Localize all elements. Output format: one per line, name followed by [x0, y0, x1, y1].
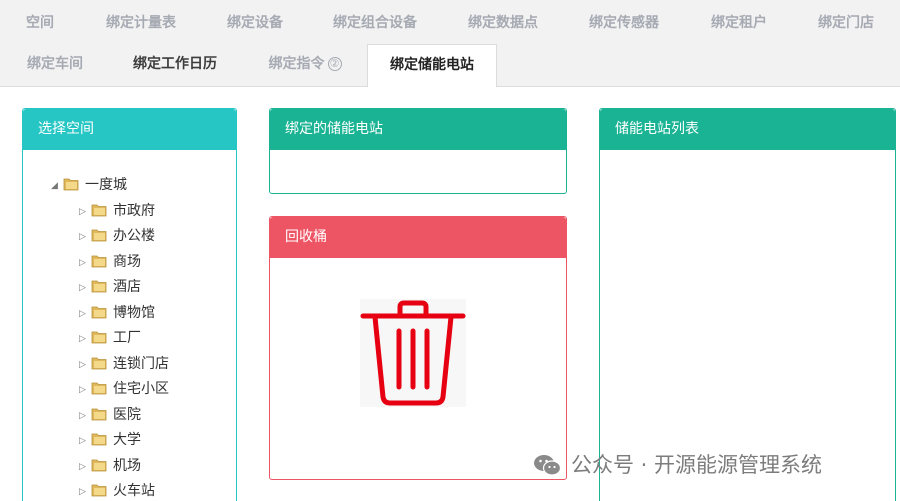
expand-arrow-icon[interactable]: ▷: [79, 252, 91, 274]
station-list-panel: 储能电站列表: [599, 108, 896, 501]
tab-space[interactable]: 空间: [10, 3, 70, 44]
folder-icon: [91, 229, 107, 242]
folder-icon: [91, 280, 107, 293]
station-list[interactable]: [600, 150, 895, 501]
tab-bind-working-calendar[interactable]: 绑定工作日历: [120, 44, 230, 85]
folder-icon: [91, 306, 107, 319]
folder-icon: [91, 357, 107, 370]
folder-icon: [91, 204, 107, 217]
tree-node-label: 医院: [113, 407, 141, 423]
tree-node[interactable]: ▷ 市政府: [79, 200, 155, 222]
tree-node-label: 博物馆: [113, 305, 155, 321]
tree-node-label: 酒店: [113, 279, 141, 295]
tab-bind-store[interactable]: 绑定门店: [805, 3, 887, 44]
tree-node[interactable]: ▷ 酒店: [79, 276, 141, 298]
tree-node-label: 火车站: [113, 483, 155, 499]
watermark-text: 公众号 · 开源能源管理系统: [571, 453, 823, 477]
tree-node[interactable]: ▷ 机场: [79, 455, 141, 477]
tree-node[interactable]: ▷ 办公楼: [79, 225, 155, 247]
expand-arrow-icon[interactable]: ▷: [79, 405, 91, 427]
expand-arrow-icon[interactable]: ▷: [79, 354, 91, 376]
tab-bind-datapoint[interactable]: 绑定数据点: [455, 3, 551, 44]
watermark: 公众号 · 开源能源管理系统: [533, 452, 822, 478]
tree-node[interactable]: ▷ 医院: [79, 404, 141, 426]
folder-icon: [63, 178, 79, 191]
folder-icon: [91, 255, 107, 268]
expand-arrow-icon[interactable]: ▷: [79, 226, 91, 248]
station-list-panel-title: 储能电站列表: [600, 109, 895, 150]
bound-station-dropzone[interactable]: [270, 150, 566, 193]
recycle-bin-dropzone[interactable]: [360, 299, 466, 407]
folder-icon: [91, 331, 107, 344]
bound-station-panel-title: 绑定的储能电站: [270, 109, 566, 150]
expand-arrow-icon[interactable]: ▷: [79, 456, 91, 478]
tree-node[interactable]: ▷ 博物馆: [79, 302, 155, 324]
tab-bind-energy-storage-station[interactable]: 绑定储能电站: [367, 44, 497, 87]
tree-node-label: 商场: [113, 254, 141, 270]
tab-badge: ②: [327, 57, 342, 71]
tree-node[interactable]: ▷ 商场: [79, 251, 141, 273]
folder-icon: [91, 408, 107, 421]
tree-node-label: 大学: [113, 432, 141, 448]
folder-icon: [91, 459, 107, 472]
folder-icon: [91, 433, 107, 446]
tab-bar: 空间 绑定计量表 绑定设备 绑定组合设备 绑定数据点 绑定传感器 绑定租户 绑定…: [0, 0, 900, 87]
tree-node-label: 住宅小区: [113, 381, 169, 397]
recycle-bin-panel: 回收桶: [269, 216, 567, 480]
tree-node-root[interactable]: ◢ 一度城: [51, 174, 127, 196]
recycle-bin-panel-title: 回收桶: [270, 217, 566, 258]
expand-arrow-icon[interactable]: ▷: [79, 201, 91, 223]
trash-icon: [360, 300, 466, 406]
tab-bind-command-label: 绑定指令: [268, 56, 325, 72]
tree-node-label: 一度城: [85, 177, 127, 193]
expand-arrow-icon[interactable]: ▷: [79, 328, 91, 350]
tree-node-label: 连锁门店: [113, 356, 169, 372]
tree-node-label: 工厂: [113, 330, 141, 346]
bound-station-panel: 绑定的储能电站: [269, 108, 567, 194]
tab-bind-equipment[interactable]: 绑定设备: [213, 3, 297, 44]
space-panel: 选择空间 ◢ 一度城 ▷ 市政府 ▷ 办公楼 ▷ 商场 ▷ 酒店 ▷ 博物馆 ▷ 工厂 ▷ 连锁…: [22, 108, 237, 501]
tree-node-label: 办公楼: [113, 228, 155, 244]
tree-node-label: 机场: [113, 458, 141, 474]
expand-arrow-icon[interactable]: ▷: [79, 481, 91, 501]
tree-node-label: 市政府: [113, 203, 155, 219]
tab-bind-tenant[interactable]: 绑定租户: [698, 3, 780, 44]
tree-node[interactable]: ▷ 火车站: [79, 480, 155, 501]
collapse-arrow-icon[interactable]: ◢: [51, 175, 63, 197]
tab-bind-shopfloor[interactable]: 绑定车间: [10, 44, 100, 85]
folder-icon: [91, 484, 107, 497]
space-panel-title: 选择空间: [23, 109, 236, 150]
tab-bind-sensor[interactable]: 绑定传感器: [576, 3, 672, 44]
expand-arrow-icon[interactable]: ▷: [79, 277, 91, 299]
tab-bind-command[interactable]: 绑定指令 ②: [255, 44, 355, 85]
expand-arrow-icon[interactable]: ▷: [79, 379, 91, 401]
tab-bind-combined-equipment[interactable]: 绑定组合设备: [322, 3, 428, 44]
expand-arrow-icon[interactable]: ▷: [79, 303, 91, 325]
tree-node[interactable]: ▷ 工厂: [79, 327, 141, 349]
tree-node[interactable]: ▷ 大学: [79, 429, 141, 451]
wechat-icon: [534, 455, 561, 476]
tree-node[interactable]: ▷ 住宅小区: [79, 378, 169, 400]
expand-arrow-icon[interactable]: ▷: [79, 430, 91, 452]
folder-icon: [91, 382, 107, 395]
tab-bind-meter[interactable]: 绑定计量表: [93, 3, 189, 44]
tree-node[interactable]: ▷ 连锁门店: [79, 353, 169, 375]
